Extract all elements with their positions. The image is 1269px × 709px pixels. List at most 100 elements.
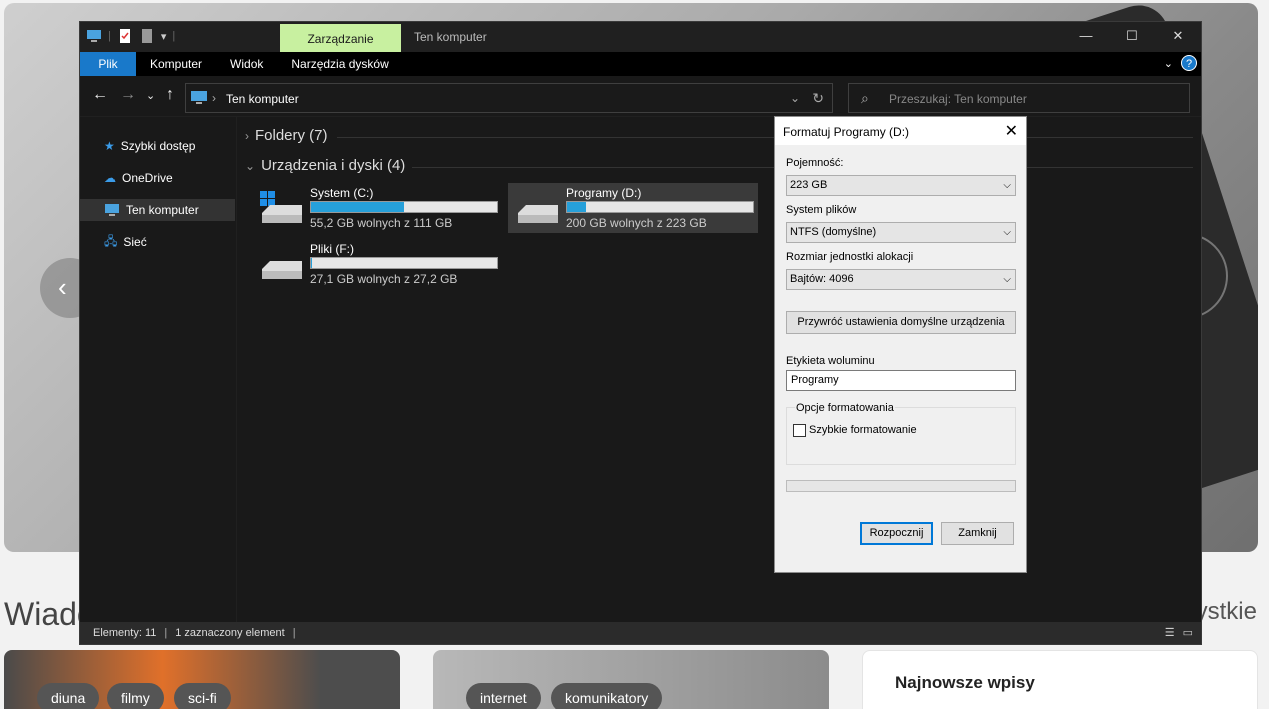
filesystem-label: System plików <box>786 204 857 216</box>
select-value: NTFS (domyślne) <box>790 226 877 238</box>
properties-icon[interactable] <box>117 28 133 44</box>
see-all-link[interactable]: ystkie <box>1196 598 1257 626</box>
chevron-down-icon: ⌵ <box>1003 227 1011 238</box>
capacity-select[interactable]: 223 GB ⌵ <box>786 175 1016 196</box>
minimize-button[interactable]: — <box>1063 22 1109 52</box>
computer-icon <box>105 204 119 216</box>
quick-access-toolbar: | ▾ | <box>86 28 175 44</box>
drive-item[interactable]: Pliki (F:) 27,1 GB wolnych z 27,2 GB <box>252 239 502 289</box>
tab-file[interactable]: Plik <box>80 52 136 76</box>
quick-format-label[interactable]: Szybkie formatowanie <box>809 424 917 436</box>
breadcrumb[interactable]: Ten komputer <box>226 92 299 106</box>
close-button[interactable]: Zamknij <box>941 522 1014 545</box>
volume-label-label: Etykieta woluminu <box>786 355 875 367</box>
address-row: ← → ⌄ ↑ › Ten komputer ⌄ ↻ ⌕ Przeszukaj:… <box>80 76 1201 116</box>
explorer-window: | ▾ | Zarządzanie Ten komputer — ☐ ✕ Pli… <box>79 21 1202 645</box>
usage-fill <box>567 202 586 212</box>
details-view-icon[interactable]: ☰ <box>1165 626 1175 639</box>
status-bar: Elementy: 11 | 1 zaznaczony element | ☰ … <box>80 622 1201 644</box>
tab-disk-tools[interactable]: Narzędzia dysków <box>277 52 402 76</box>
chevron-down-icon: ⌵ <box>1003 274 1011 285</box>
divider <box>337 137 1193 138</box>
tag[interactable]: komunikatory <box>551 683 663 709</box>
tab-computer[interactable]: Komputer <box>136 52 216 76</box>
filesystem-select[interactable]: NTFS (domyślne) ⌵ <box>786 222 1016 243</box>
group-devices[interactable]: ⌄ Urządzenia i dyski (4) <box>245 157 405 174</box>
capacity-label: Pojemność: <box>786 157 844 169</box>
chevron-left-icon: ‹ <box>58 272 67 302</box>
format-options-label: Opcje formatowania <box>795 402 895 414</box>
system-drive-icon <box>260 191 302 223</box>
usage-bar <box>310 257 498 269</box>
ribbon-tabs: Plik Komputer Widok Narzędzia dysków ⌄ ? <box>80 52 1201 76</box>
usage-bar <box>310 201 498 213</box>
star-icon: ★ <box>104 139 115 153</box>
address-bar[interactable]: › Ten komputer ⌄ ↻ <box>185 83 833 113</box>
chevron-right-icon: › <box>245 129 249 143</box>
tag[interactable]: sci-fi <box>174 683 231 709</box>
chevron-down-icon[interactable]: ▾ <box>161 30 167 43</box>
title-bar: | ▾ | Zarządzanie Ten komputer — ☐ ✕ <box>80 22 1201 52</box>
drive-item[interactable]: System (C:) 55,2 GB wolnych z 111 GB <box>252 183 502 233</box>
chevron-down-icon[interactable]: ⌄ <box>790 91 800 105</box>
latest-posts-card: Najnowsze wpisy <box>862 650 1258 709</box>
drive-item[interactable]: Programy (D:) 200 GB wolnych z 223 GB <box>508 183 758 233</box>
large-icons-view-icon[interactable]: ▭ <box>1183 626 1193 639</box>
search-placeholder: Przeszukaj: Ten komputer <box>889 92 1027 106</box>
up-button[interactable]: ↑ <box>166 86 174 104</box>
drive-name: System (C:) <box>310 186 374 200</box>
computer-icon <box>191 91 207 104</box>
navigation-pane: ★ Szybki dostęp ☁ OneDrive Ten komputer … <box>80 117 236 622</box>
sidebar-item-quick-access[interactable]: ★ Szybki dostęp <box>80 135 235 157</box>
sidebar-item-this-pc[interactable]: Ten komputer <box>80 199 235 221</box>
tag[interactable]: internet <box>466 683 541 709</box>
latest-posts-title: Najnowsze wpisy <box>895 673 1035 692</box>
quick-format-checkbox[interactable] <box>793 424 806 437</box>
start-button[interactable]: Rozpocznij <box>860 522 933 545</box>
group-label: Foldery (7) <box>255 127 328 144</box>
usage-fill <box>311 202 404 212</box>
group-folders[interactable]: › Foldery (7) <box>245 127 328 144</box>
drive-name: Programy (D:) <box>566 186 642 200</box>
sidebar-item-label: OneDrive <box>122 171 173 185</box>
usage-fill <box>311 258 312 268</box>
cloud-icon: ☁ <box>104 171 116 185</box>
tab-manage[interactable]: Zarządzanie <box>280 24 401 52</box>
tab-view[interactable]: Widok <box>216 52 277 76</box>
search-box[interactable]: ⌕ Przeszukaj: Ten komputer <box>848 83 1190 113</box>
allocation-label: Rozmiar jednostki alokacji <box>786 251 914 263</box>
sidebar-item-onedrive[interactable]: ☁ OneDrive <box>80 167 235 189</box>
search-icon: ⌕ <box>861 90 869 106</box>
forward-button[interactable]: → <box>120 86 136 104</box>
breadcrumb-separator-icon: › <box>212 91 216 105</box>
help-icon[interactable]: ? <box>1181 55 1197 71</box>
select-value: 223 GB <box>790 179 828 191</box>
tag[interactable]: diuna <box>37 683 100 709</box>
allocation-select[interactable]: Bajtów: 4096 ⌵ <box>786 269 1016 290</box>
dialog-title-bar: Formatuj Programy (D:) ✕ <box>775 117 1026 145</box>
drive-free-space: 200 GB wolnych z 223 GB <box>566 216 707 230</box>
status-selected: 1 zaznaczony element <box>175 627 285 639</box>
close-icon[interactable]: ✕ <box>1005 121 1018 141</box>
volume-label-input[interactable]: Programy <box>786 370 1016 391</box>
format-options-group <box>786 407 1016 465</box>
content-pane: › Foldery (7) ⌄ Urządzenia i dyski (4) Sys… <box>237 117 1201 622</box>
drive-free-space: 55,2 GB wolnych z 111 GB <box>310 216 453 230</box>
maximize-button[interactable]: ☐ <box>1109 22 1155 52</box>
new-folder-icon[interactable] <box>139 28 155 44</box>
drive-icon <box>262 261 302 279</box>
recent-locations-button[interactable]: ⌄ <box>146 89 155 102</box>
computer-icon[interactable] <box>86 28 102 44</box>
window-title: Ten komputer <box>414 30 487 44</box>
back-button[interactable]: ← <box>92 86 108 104</box>
expand-ribbon-icon[interactable]: ⌄ <box>1164 57 1173 70</box>
tag[interactable]: filmy <box>107 683 164 709</box>
restore-defaults-button[interactable]: Przywróć ustawienia domyślne urządzenia <box>786 311 1016 334</box>
sidebar-item-label: Ten komputer <box>126 203 199 217</box>
close-button[interactable]: ✕ <box>1155 22 1201 52</box>
refresh-icon[interactable]: ↻ <box>812 90 824 107</box>
select-value: Bajtów: 4096 <box>790 273 854 285</box>
chevron-down-icon: ⌄ <box>245 159 256 173</box>
sidebar-item-network[interactable]: 🖧 Sieć <box>80 231 235 253</box>
drive-name: Pliki (F:) <box>310 242 354 256</box>
